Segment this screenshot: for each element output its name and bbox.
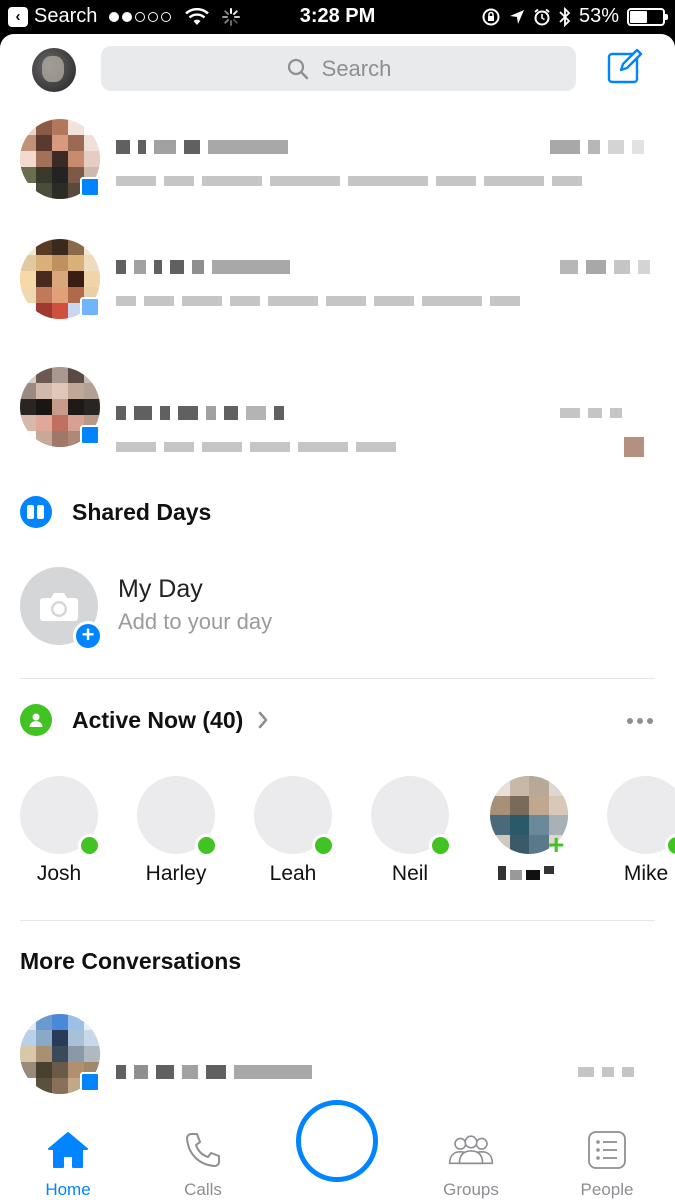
camera-button[interactable] (296, 1100, 378, 1182)
messenger-app: Search Shared Days + My Day Add to your … (0, 34, 675, 1200)
online-indicator (429, 834, 452, 857)
conversation-name-redacted (116, 403, 284, 423)
active-person[interactable]: Mike (587, 776, 675, 896)
divider (20, 920, 655, 921)
conversation-time-redacted (560, 403, 622, 423)
active-person[interactable]: + (470, 776, 588, 896)
conversation-row[interactable] (0, 1014, 675, 1115)
tab-label: Groups (443, 1180, 499, 1199)
conversation-row[interactable] (0, 367, 675, 467)
my-day-item[interactable]: + My Day Add to your day (20, 567, 660, 657)
tab-label: Calls (184, 1180, 222, 1199)
person-name: Leah (269, 862, 317, 885)
conversation-preview-redacted (116, 171, 582, 191)
search-icon (287, 58, 308, 79)
search-input[interactable]: Search (101, 46, 576, 91)
location-arrow-icon (509, 9, 524, 24)
shared-days-icon (20, 496, 52, 528)
groups-icon (448, 1135, 494, 1165)
battery-icon (627, 7, 668, 26)
person-name: Josh (36, 862, 82, 885)
active-now-list: Josh Harley Leah Neil + Mike (0, 776, 675, 906)
battery-percent: 53% (578, 5, 619, 27)
messenger-badge-icon (80, 297, 100, 317)
conversation-time-redacted (560, 257, 650, 277)
person-name: Harley (145, 862, 207, 885)
active-person[interactable]: Leah (234, 776, 352, 896)
tab-people[interactable]: People (547, 1102, 667, 1200)
my-day-subtitle: Add to your day (118, 609, 273, 634)
alarm-icon (534, 8, 550, 25)
conversation-time-redacted (578, 1062, 634, 1082)
orientation-lock-icon (482, 8, 500, 25)
people-list-icon (588, 1131, 626, 1169)
shared-days-title: Shared Days (72, 498, 212, 525)
messenger-badge-icon (80, 177, 100, 197)
active-person[interactable]: Josh (0, 776, 118, 896)
active-people-icon (20, 704, 52, 736)
active-person[interactable]: Harley (117, 776, 235, 896)
active-now-header[interactable]: Active Now (40) (20, 704, 269, 736)
phone-icon (186, 1133, 220, 1167)
tab-home[interactable]: Home (8, 1102, 128, 1200)
tab-groups[interactable]: Groups (411, 1102, 531, 1200)
conversation-name-redacted (116, 1062, 312, 1082)
tab-label: People (580, 1180, 634, 1199)
status-bar: ‹ Search 3:28 PM 53% (0, 0, 675, 34)
bottom-tab-bar: Home Calls Groups People (0, 1100, 675, 1200)
tab-calls[interactable]: Calls (143, 1102, 263, 1200)
active-now-title: Active Now (40) (72, 706, 244, 733)
camera-icon (40, 593, 78, 621)
divider (20, 678, 655, 679)
conversation-preview-redacted (116, 437, 396, 457)
top-header: Search (0, 34, 675, 106)
conversation-time-redacted (550, 137, 644, 157)
more-options-icon[interactable] (627, 718, 653, 724)
search-placeholder: Search (321, 55, 392, 81)
tab-label: Home (45, 1180, 91, 1199)
person-name: Neil (391, 862, 429, 885)
active-person[interactable]: Neil (351, 776, 469, 896)
more-conversations-title: More Conversations (20, 948, 242, 974)
compose-icon[interactable] (607, 48, 643, 84)
bluetooth-icon (559, 6, 571, 27)
messenger-badge-icon (80, 1072, 100, 1092)
conversation-name-redacted (116, 137, 288, 157)
read-receipt-avatar (624, 437, 644, 457)
online-indicator (665, 834, 675, 857)
chevron-right-icon (258, 711, 268, 729)
person-name-redacted (498, 866, 554, 880)
messenger-badge-icon (80, 425, 100, 445)
conversation-row[interactable] (0, 119, 675, 219)
profile-avatar[interactable] (32, 48, 76, 92)
add-friend-plus-icon: + (548, 829, 565, 860)
person-name: Mike (623, 862, 669, 885)
add-icon[interactable]: + (73, 621, 103, 651)
online-indicator (312, 834, 335, 857)
conversation-name-redacted (116, 257, 290, 277)
home-icon (48, 1132, 88, 1168)
shared-days-header: Shared Days (20, 496, 211, 528)
online-indicator (195, 834, 218, 857)
my-day-title: My Day (118, 575, 203, 603)
conversation-row[interactable] (0, 239, 675, 339)
online-indicator (78, 834, 101, 857)
conversation-preview-redacted (116, 291, 520, 311)
